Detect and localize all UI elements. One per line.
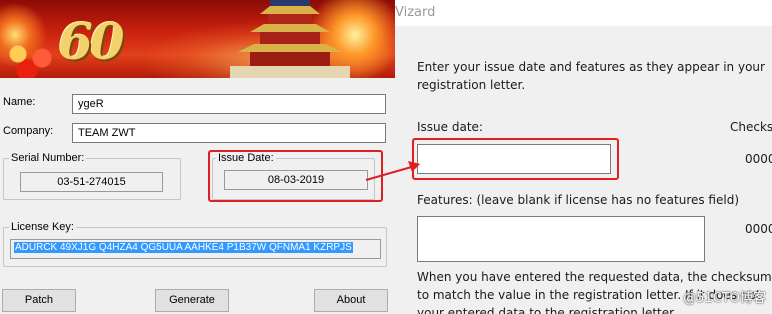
wizard-intro-line-1: Enter your issue date and features as th… <box>417 60 765 74</box>
issue-date-input-label: Issue date: <box>417 120 483 134</box>
about-button[interactable]: About <box>314 289 388 312</box>
wizard-content: Enter your issue date and features as th… <box>395 26 772 314</box>
checksum-header: Checks <box>730 120 772 134</box>
name-label: Name: <box>3 96 36 108</box>
generate-button[interactable]: Generate <box>155 289 229 312</box>
footer-line-3: your entered data to the registration le… <box>417 306 677 314</box>
issue-date-highlight <box>208 150 383 202</box>
company-field[interactable]: TEAM ZWT <box>72 123 386 143</box>
red-arrow-annotation <box>365 161 420 181</box>
serial-number-field[interactable]: 03-51-274015 <box>20 172 163 192</box>
temple-of-heaven-icon <box>230 0 350 78</box>
patch-button[interactable]: Patch <box>2 289 76 312</box>
footer-line-1: When you have entered the requested data… <box>417 270 772 284</box>
features-label: Features: (leave blank if license has no… <box>417 193 740 207</box>
company-label: Company: <box>3 125 54 137</box>
wizard-intro-line-2: registration letter. <box>417 78 526 92</box>
watermark: @51CTO博客 <box>683 291 766 306</box>
anniversary-banner: 60 <box>0 0 395 78</box>
license-key-field[interactable]: ADURCK 49XJ1G Q4HZA4 QG5UUA AAHKE4 P1B37… <box>10 239 381 259</box>
license-key-label: License Key: <box>9 221 76 233</box>
checksum-value-1: 0000 <box>745 152 772 166</box>
license-key-text: ADURCK 49XJ1G Q4HZA4 QG5UUA AAHKE4 P1B37… <box>14 242 353 253</box>
anniversary-number: 60 <box>58 12 125 71</box>
wizard-title: Vizard <box>395 5 436 20</box>
name-field[interactable]: ygeR <box>72 94 386 114</box>
features-input[interactable] <box>417 216 705 262</box>
serial-number-label: Serial Number: <box>9 152 87 164</box>
wizard-titlebar: Vizard <box>395 0 772 26</box>
license-wizard-window: Vizard Enter your issue date and feature… <box>395 0 772 314</box>
checksum-value-2: 0000 <box>745 222 772 236</box>
keygen-window: 60 Name: ygeR Company: TEAM ZWT Serial N… <box>0 0 395 314</box>
issue-date-input-highlight <box>412 138 619 180</box>
